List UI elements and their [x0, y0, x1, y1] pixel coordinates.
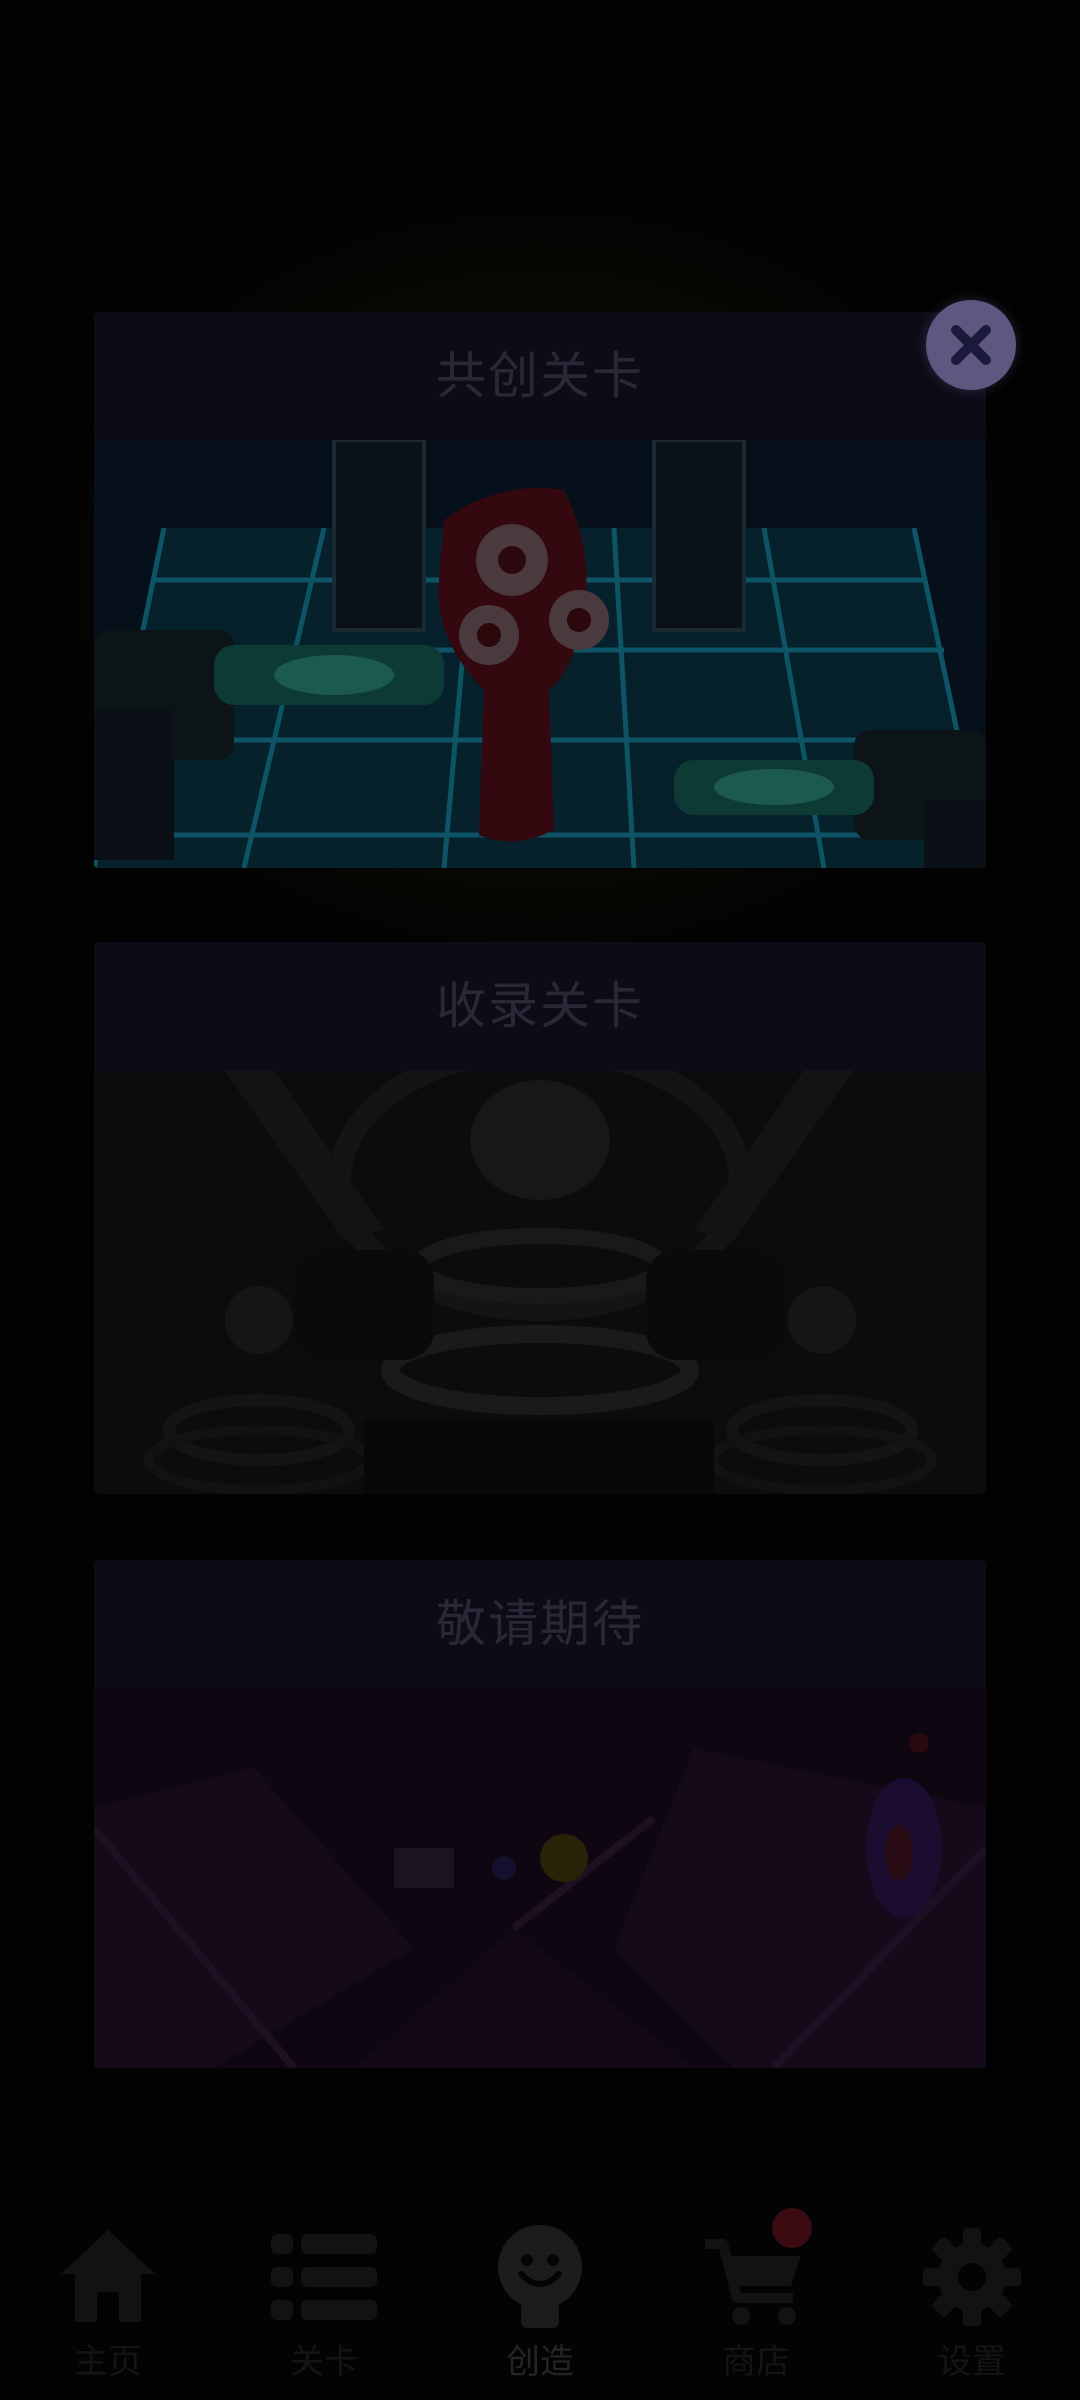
card-title: 敬请期待 [94, 1560, 986, 1688]
co-create-levels-preview [94, 440, 986, 868]
co-create-levels-card[interactable]: 共创关卡 [94, 312, 986, 868]
lightbulb-icon [480, 2222, 600, 2332]
create-screen: 共创关卡 收录关卡 敬请期待 主页 关卡 创造 商店 设置 [0, 0, 1080, 2400]
collected-levels-preview [94, 1070, 986, 1494]
nav-label: 商店 [722, 2342, 790, 2382]
collected-levels-card[interactable]: 收录关卡 [94, 942, 986, 1494]
bottom-nav: 主页 关卡 创造 商店 设置 [0, 2200, 1080, 2400]
close-button[interactable] [926, 300, 1016, 390]
nav-label: 设置 [938, 2342, 1006, 2382]
nav-item-levels[interactable]: 关卡 [216, 2200, 432, 2400]
home-icon [48, 2222, 168, 2332]
nav-label: 创造 [506, 2342, 574, 2382]
list-icon [264, 2222, 384, 2332]
card-title: 收录关卡 [94, 942, 986, 1070]
nav-item-create[interactable]: 创造 [432, 2200, 648, 2400]
close-icon [951, 325, 991, 365]
cart-icon [696, 2208, 816, 2332]
coming-soon-preview [94, 1688, 986, 2068]
gear-icon [912, 2222, 1032, 2332]
nav-item-shop[interactable]: 商店 [648, 2200, 864, 2400]
nav-label: 主页 [74, 2342, 142, 2382]
card-title: 共创关卡 [94, 312, 986, 440]
coming-soon-card[interactable]: 敬请期待 [94, 1560, 986, 2068]
notification-dot [772, 2208, 812, 2248]
nav-label: 关卡 [290, 2342, 358, 2382]
nav-item-settings[interactable]: 设置 [864, 2200, 1080, 2400]
nav-item-home[interactable]: 主页 [0, 2200, 216, 2400]
